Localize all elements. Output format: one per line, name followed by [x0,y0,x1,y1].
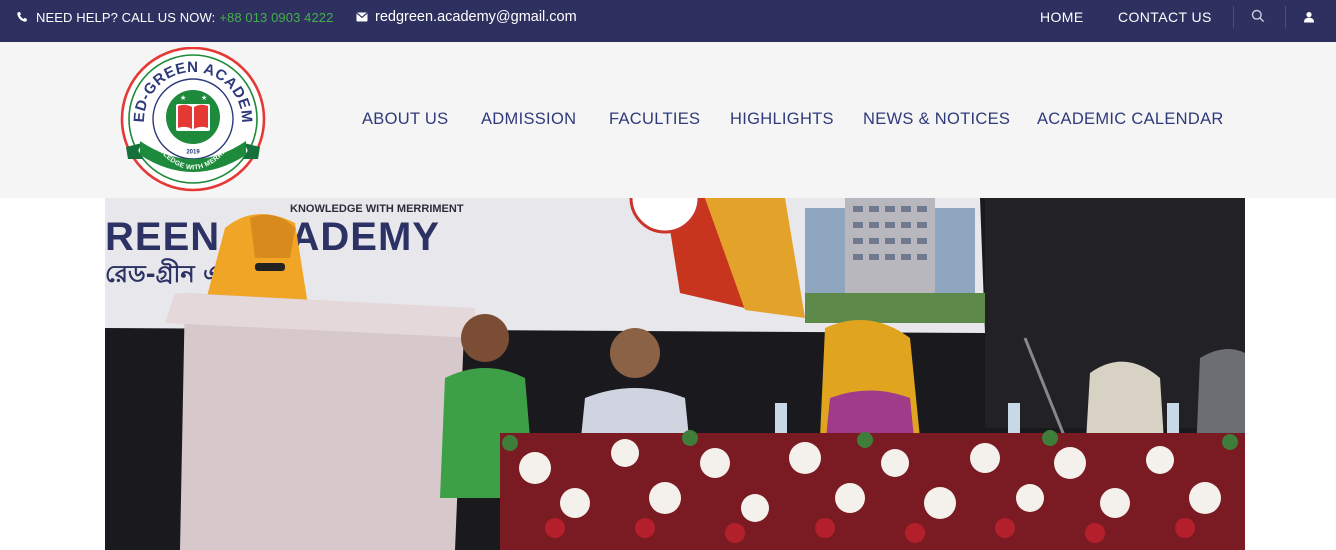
main-nav: ABOUT US ADMISSION FACULTIES HIGHLIGHTS … [0,42,1336,198]
nav-item-about-us[interactable]: ABOUT US [362,110,448,129]
email-address[interactable]: redgreen.academy@gmail.com [375,9,577,25]
top-bar: NEED HELP? CALL US NOW: +88 013 0903 422… [0,0,1336,42]
mail-icon [356,12,368,22]
search-icon[interactable] [1251,9,1265,23]
nav-item-news-notices[interactable]: NEWS & NOTICES [863,110,1010,129]
user-icon[interactable] [1303,10,1315,23]
email-line[interactable]: redgreen.academy@gmail.com [356,0,577,34]
divider [1285,6,1286,28]
nav-item-academic-calendar[interactable]: ACADEMIC CALENDAR [1037,110,1224,129]
nav-item-admission[interactable]: ADMISSION [481,110,576,129]
phone-number[interactable]: +88 013 0903 4222 [219,10,333,25]
top-nav-home[interactable]: HOME [1040,9,1084,25]
nav-item-highlights[interactable]: HIGHLIGHTS [730,110,834,129]
help-line: NEED HELP? CALL US NOW: +88 013 0903 422… [16,0,333,34]
phone-icon [16,11,28,23]
nav-item-faculties[interactable]: FACULTIES [609,110,700,129]
divider [1233,6,1234,28]
help-text: NEED HELP? CALL US NOW: [36,9,216,25]
top-nav-contact[interactable]: CONTACT US [1118,9,1212,25]
site-header: RED-GREEN ACADEMY ★ ★ KNOWLEDGE WITH MER… [0,34,1336,198]
svg-text:KNOWLEDGE WITH MERRIMENT: KNOWLEDGE WITH MERRIMENT [290,203,464,215]
hero-photo: KNOWLEDGE WITH MERRIMENT REEN ACADEMY রে… [105,198,1245,550]
